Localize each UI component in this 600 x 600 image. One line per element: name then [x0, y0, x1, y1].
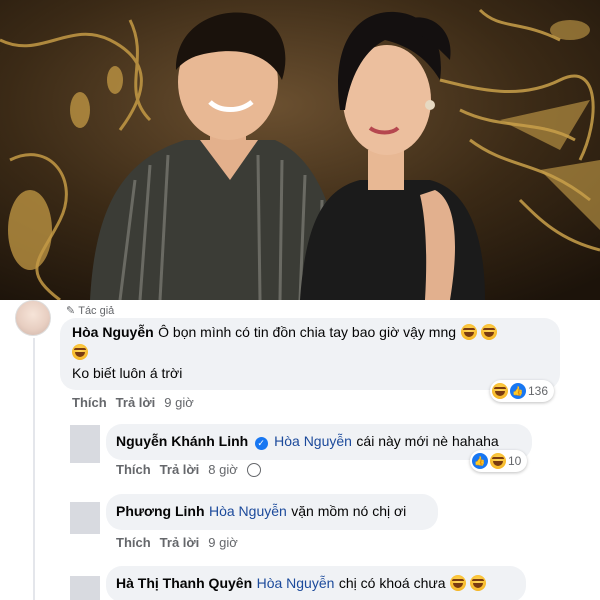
reply-button[interactable]: Trả lời [160, 535, 200, 550]
post-photo[interactable] [0, 0, 600, 300]
laugh-emoji-icon [470, 575, 487, 591]
comment-text: chị có khoá chưa [338, 575, 446, 591]
reaction-summary[interactable]: 👍 136 [490, 380, 555, 402]
laugh-emoji-icon [490, 453, 506, 469]
avatar[interactable] [70, 502, 100, 534]
comment-body: Nguyễn Khánh Linh ✓ Hòa Nguyễn cái này m… [116, 433, 499, 451]
author-tag-label: Tác giả [78, 304, 115, 317]
laugh-emoji-icon [460, 324, 477, 340]
comment-text-line2: Ko biết luôn á trời [72, 365, 183, 381]
comment-text: cái này mới nè hahaha [356, 433, 499, 449]
laugh-emoji-icon [72, 344, 88, 360]
laugh-emoji-icon [480, 324, 497, 340]
comment-time[interactable]: 9 giờ [208, 535, 238, 550]
comment-author-name[interactable]: Hà Thị Thanh Quyên [116, 575, 252, 591]
comment-actions: Thích Trả lời 9 giờ [116, 535, 238, 550]
comment-actions: Thích Trả lời 8 giờ [116, 462, 261, 477]
like-reaction-icon: 👍 [472, 453, 488, 469]
comment-time[interactable]: 8 giờ [208, 462, 238, 477]
comment-author-name[interactable]: Phương Linh [116, 503, 205, 519]
comment-body: Hòa Nguyễn Ô bọn mình có tin đồn chia ta… [72, 322, 552, 343]
comment-author-name[interactable]: Hòa Nguyễn [72, 324, 154, 340]
comment-body: Phương Linh Hòa Nguyễn vặn mồm nó chị ơi [116, 503, 406, 521]
reaction-count: 136 [528, 384, 549, 398]
comment-actions: Thích Trả lời 9 giờ [72, 395, 194, 410]
like-button[interactable]: Thích [116, 535, 151, 550]
comment-author-name[interactable]: Nguyễn Khánh Linh [116, 433, 248, 449]
emoji-line [72, 344, 88, 362]
mention-link[interactable]: Hòa Nguyễn [274, 433, 352, 449]
laugh-emoji-icon [449, 575, 466, 591]
thread-connector [33, 338, 35, 600]
author-badge: ✎ Tác giả [66, 304, 115, 318]
reply-button[interactable]: Trả lời [116, 395, 156, 410]
reaction-count: 10 [508, 454, 522, 468]
verified-badge-icon: ✓ [254, 437, 268, 450]
emoji-react-icon[interactable] [246, 463, 261, 477]
avatar[interactable] [70, 576, 100, 600]
avatar[interactable] [70, 425, 100, 463]
comment-time[interactable]: 9 giờ [164, 395, 194, 410]
comment-text: Ô bọn mình có tin đồn chia tay bao giờ v… [158, 324, 457, 340]
reply-button[interactable]: Trả lời [160, 462, 200, 477]
avatar[interactable] [15, 300, 51, 336]
mention-link[interactable]: Hòa Nguyễn [209, 503, 287, 519]
laugh-emoji-icon [492, 383, 508, 399]
comment-text: vặn mồm nó chị ơi [291, 503, 407, 519]
reaction-summary[interactable]: 👍 10 [470, 450, 528, 472]
couple-photo-illustration [0, 0, 600, 300]
mention-link[interactable]: Hòa Nguyễn [257, 575, 335, 591]
pencil-icon: ✎ [66, 305, 76, 317]
like-button[interactable]: Thích [116, 462, 151, 477]
like-button[interactable]: Thích [72, 395, 107, 410]
like-reaction-icon: 👍 [510, 383, 526, 399]
comment-body: Hà Thị Thanh Quyên Hòa Nguyễn chị có kho… [116, 575, 487, 593]
